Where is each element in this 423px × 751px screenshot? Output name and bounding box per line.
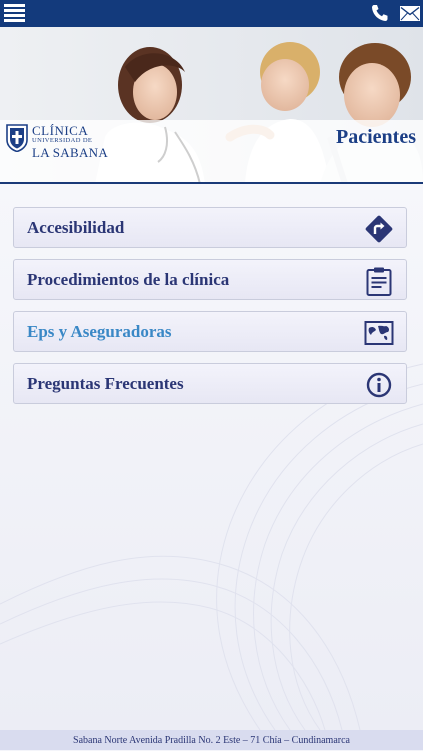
menu-item-accesibilidad[interactable]: Accesibilidad [13,207,407,248]
clinic-logo[interactable]: CLÍNICA UNIVERSIDAD DE LA SABANA [6,124,126,159]
logo-line3: LA SABANA [32,144,109,160]
phone-icon[interactable] [370,3,390,23]
logo-line1: CLÍNICA [32,123,89,138]
footer-address: Sabana Norte Avenida Pradilla No. 2 Este… [73,735,350,746]
menu-item-procedimientos[interactable]: Procedimientos de la clínica [13,259,407,300]
page-title: Pacientes [336,126,416,148]
menu-item-label: Eps y Aseguradoras [27,322,172,341]
map-icon [364,321,394,345]
menu-list: Accesibilidad Procedimientos de la clíni… [13,207,407,415]
menu-item-label: Preguntas Frecuentes [27,374,184,393]
menu-item-label: Accesibilidad [27,218,125,237]
logo-line2: UNIVERSIDAD DE [32,137,93,144]
menu-item-preguntas-frecuentes[interactable]: Preguntas Frecuentes [13,363,407,404]
menu-item-eps-aseguradoras[interactable]: Eps y Aseguradoras [13,311,407,352]
directions-sign-icon [365,215,393,243]
menu-item-label: Procedimientos de la clínica [27,270,230,289]
shield-logo-icon [6,124,28,152]
clipboard-icon [366,267,392,296]
logo-text: CLÍNICA UNIVERSIDAD DE LA SABANA [32,124,108,159]
top-bar [0,0,423,27]
mail-icon[interactable] [400,6,420,21]
info-icon [366,372,392,398]
hero-banner: CLÍNICA UNIVERSIDAD DE LA SABANA Pacient… [0,27,423,184]
main-content: Accesibilidad Procedimientos de la clíni… [0,184,423,730]
hamburger-menu-icon[interactable] [4,4,25,24]
footer: Sabana Norte Avenida Pradilla No. 2 Este… [0,730,423,750]
